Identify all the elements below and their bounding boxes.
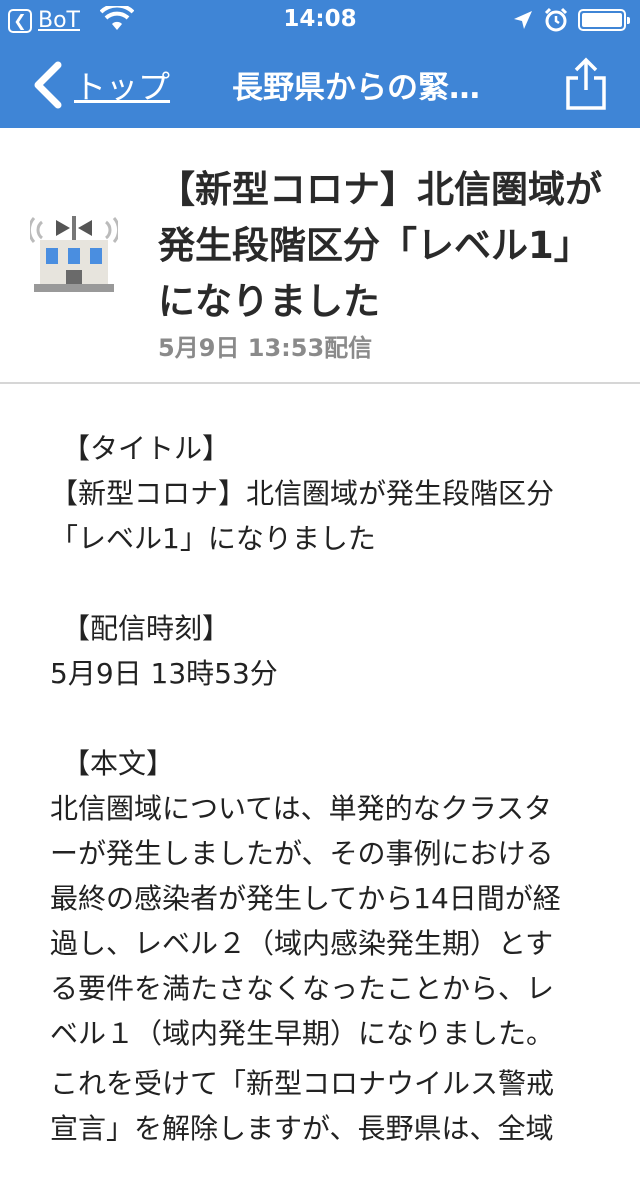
time-label: 【配信時刻】 [62,612,231,645]
status-bar: ❮ BoT 14:08 [0,0,640,40]
body-line: これを受けて「新型コロナウイルス警戒 [50,1067,555,1100]
title-text-line: 【新型コロナ】北信圏域が発生段階区分 [50,477,555,510]
body-line: 過し、レベル２（域内感染発生期）とす [50,927,554,960]
body-label: 【本文】 [62,747,175,780]
chevron-left-icon [34,61,62,109]
body-line: ベル１（域内発生早期）になりました。 [50,1017,555,1050]
article-body: 【タイトル】 【新型コロナ】北信圏域が発生段階区分 「レベル1」になりました 【… [50,426,598,1196]
nav-back-label: トップ [74,68,171,106]
body-line: る要件を満たさなくなったことから、レ [50,972,555,1005]
body-section: 【本文】 北信圏域については、単発的なクラスタ ーが発生しましたが、その事例にお… [50,741,598,1151]
body-line: ーが発生しましたが、その事例における [50,837,554,870]
body-line: 最終の感染者が発生してから14日間が経 [50,882,561,915]
location-icon [514,11,532,29]
battery-icon [578,9,630,31]
nav-title: 長野県からの緊… [232,70,480,106]
article-title: 【新型コロナ】北信圏域が発生段階区分「レベル1」になりました [158,168,602,323]
emergency-building-icon [30,216,118,292]
share-icon[interactable] [564,56,608,112]
time-text: 5月9日 13時53分 [50,657,278,690]
body-line: 北信圏域については、単発的なクラスタ [50,792,553,825]
alarm-icon [544,7,568,32]
article-header: 【新型コロナ】北信圏域が発生段階区分「レベル1」になりました 5月9日 13:5… [0,128,640,384]
time-section: 【配信時刻】 5月9日 13時53分 [50,606,598,696]
title-label: 【タイトル】 [62,432,231,465]
top-bar: ❮ BoT 14:08 トップ 長野県からの緊… [0,0,640,128]
body-line: 宣言」を解除しますが、長野県は、全域 [50,1112,554,1145]
title-text-line: 「レベル1」になりました [50,522,376,555]
nav-back-button[interactable]: トップ [28,58,170,112]
title-section: 【タイトル】 【新型コロナ】北信圏域が発生段階区分 「レベル1」になりました [50,426,598,561]
published-time: 5月9日 13:53配信 [158,334,373,362]
